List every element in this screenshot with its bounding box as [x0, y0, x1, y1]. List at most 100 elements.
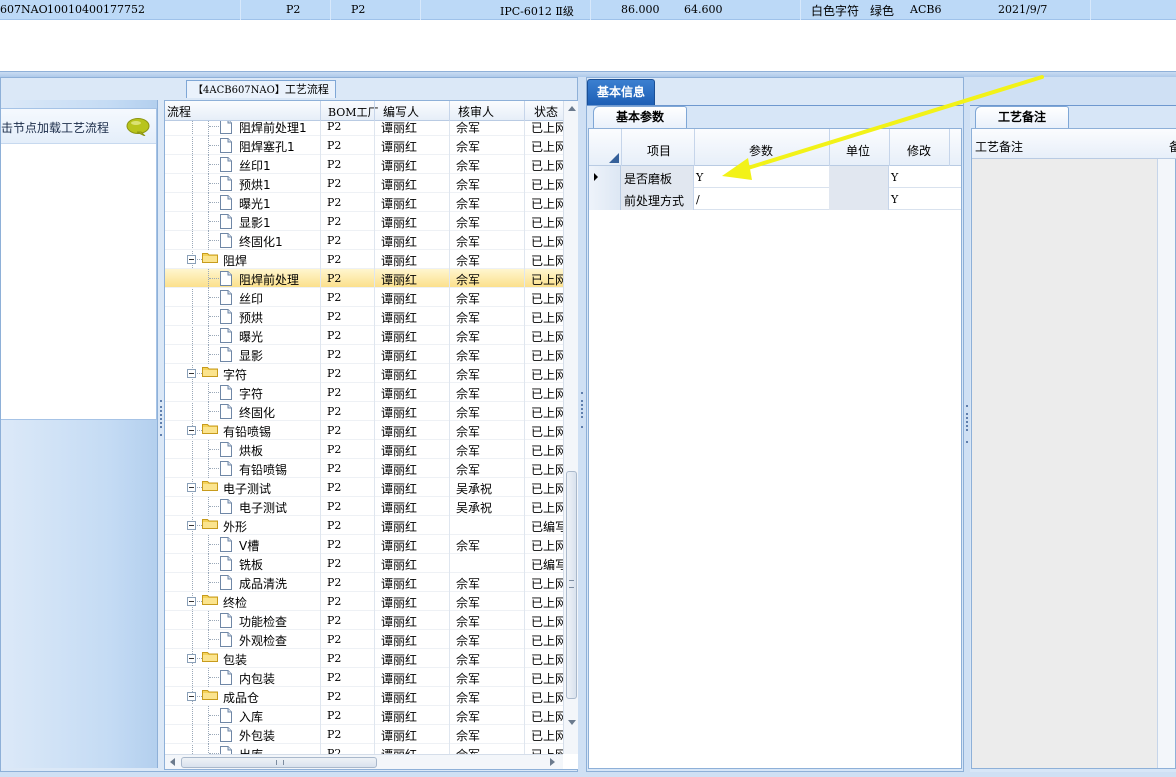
cell-bom: P2 — [327, 405, 342, 418]
scroll-down-arrow-icon[interactable] — [564, 715, 578, 730]
tab-basic-params[interactable]: 基本参数 — [593, 106, 687, 128]
param-modify[interactable]: Y — [891, 193, 898, 206]
tree-row[interactable]: 曝光1 P2 谭丽红 佘军 已上网 — [165, 193, 563, 212]
cell-status: 已上网 — [531, 216, 563, 230]
cell-checker: 佘军 — [456, 121, 481, 135]
scroll-left-arrow-icon[interactable] — [165, 755, 180, 769]
cell-bom: P2 — [327, 747, 342, 754]
tree-row[interactable]: 丝印1 P2 谭丽红 佘军 已上网 — [165, 155, 563, 174]
horizontal-scroll-thumb[interactable] — [181, 757, 377, 768]
collapse-toggle-icon[interactable] — [187, 597, 196, 606]
header-status[interactable]: 状态 — [534, 103, 558, 120]
tree-row[interactable]: 阻焊前处理1 P2 谭丽红 佘军 已上网 — [165, 121, 563, 136]
cell-bom: P2 — [327, 519, 342, 532]
tree-node-label: 有铅喷锡 — [223, 425, 272, 439]
header-remark[interactable]: 工艺备注 — [975, 138, 1023, 155]
collapse-toggle-icon[interactable] — [187, 255, 196, 264]
vertical-splitter[interactable] — [578, 77, 586, 772]
tree-vertical-scrollbar[interactable] — [563, 101, 578, 754]
header-bom[interactable]: BOM工厂 — [328, 104, 379, 120]
cell-writer: 谭丽红 — [381, 254, 418, 268]
tree-row[interactable]: 终固化 P2 谭丽红 佘军 已上网 — [165, 402, 563, 421]
tree-row[interactable]: 丝印 P2 谭丽红 佘军 已上网 — [165, 288, 563, 307]
cell-checker: 佘军 — [456, 691, 481, 705]
param-modify[interactable]: Y — [891, 171, 898, 184]
header-modify[interactable]: 修改 — [907, 142, 931, 159]
tree-row[interactable]: 有铅喷锡 P2 谭丽红 佘军 已上网 — [165, 459, 563, 478]
row-indicator[interactable] — [589, 166, 621, 188]
header-param[interactable]: 参数 — [749, 142, 773, 159]
tree-row[interactable]: 外包装 P2 谭丽红 佘军 已上网 — [165, 725, 563, 744]
cell-writer: 谭丽红 — [381, 615, 418, 629]
header-remark-partial[interactable]: 备 — [1169, 138, 1176, 155]
speech-bubble-icon — [126, 118, 150, 136]
tree-folder-row[interactable]: 成品仓 P2 谭丽红 佘军 已上网 — [165, 687, 563, 706]
collapse-toggle-icon[interactable] — [187, 654, 196, 663]
tree-folder-row[interactable]: 电子测试 P2 谭丽红 吴承祝 已上网 — [165, 478, 563, 497]
tree-row[interactable]: 外观检查 P2 谭丽红 佘军 已上网 — [165, 630, 563, 649]
header-writer[interactable]: 编写人 — [383, 103, 419, 120]
tab-basic-info[interactable]: 基本信息 — [587, 79, 655, 105]
tree-row[interactable]: 曝光 P2 谭丽红 佘军 已上网 — [165, 326, 563, 345]
tree-row[interactable]: 铣板 P2 谭丽红 已编写 — [165, 554, 563, 573]
cell-status: 已上网 — [531, 501, 563, 515]
tree-folder-row[interactable]: 阻焊 P2 谭丽红 佘军 已上网 — [165, 250, 563, 269]
tree-folder-row[interactable]: 外形 P2 谭丽红 已编写 — [165, 516, 563, 535]
selected-order-row[interactable]: 607NAO 10010400177752 P2 P2 IPC-6012 Ⅱ级 … — [0, 0, 1176, 20]
tree-row[interactable]: 预烘1 P2 谭丽红 佘军 已上网 — [165, 174, 563, 193]
tree-folder-row[interactable]: 有铅喷锡 P2 谭丽红 佘军 已上网 — [165, 421, 563, 440]
tree-row[interactable]: 成品清洗 P2 谭丽红 佘军 已上网 — [165, 573, 563, 592]
collapse-toggle-icon[interactable] — [187, 369, 196, 378]
collapse-toggle-icon[interactable] — [187, 483, 196, 492]
cell-checker: 佘军 — [456, 178, 481, 192]
row-indicator[interactable] — [589, 188, 621, 210]
param-row[interactable]: 前处理方式 / Y — [589, 188, 961, 210]
header-unit[interactable]: 单位 — [846, 142, 870, 159]
remark-vertical-scrollbar[interactable] — [1158, 159, 1175, 768]
tree-row[interactable]: 入库 P2 谭丽红 佘军 已上网 — [165, 706, 563, 725]
cell-checker: 佘军 — [456, 615, 481, 629]
collapse-toggle-icon[interactable] — [187, 521, 196, 530]
tree-row[interactable]: 终固化1 P2 谭丽红 佘军 已上网 — [165, 231, 563, 250]
acb-code: ACB6 — [910, 3, 942, 16]
document-icon — [220, 214, 232, 229]
tree-folder-row[interactable]: 字符 P2 谭丽红 佘军 已上网 — [165, 364, 563, 383]
tree-row[interactable]: 电子测试 P2 谭丽红 吴承祝 已上网 — [165, 497, 563, 516]
tree-row[interactable]: 预烘 P2 谭丽红 佘军 已上网 — [165, 307, 563, 326]
tree-row[interactable]: 显影 P2 谭丽红 佘军 已上网 — [165, 345, 563, 364]
remark-grid-body[interactable] — [972, 159, 1158, 768]
param-value[interactable]: / — [696, 193, 700, 206]
folder-icon — [202, 689, 218, 700]
header-item[interactable]: 项目 — [647, 142, 671, 159]
scroll-right-arrow-icon[interactable] — [545, 755, 560, 769]
tree-row[interactable]: V槽 P2 谭丽红 佘军 已上网 — [165, 535, 563, 554]
tree-row[interactable]: 内包装 P2 谭丽红 佘军 已上网 — [165, 668, 563, 687]
tree-row[interactable]: 功能检查 P2 谭丽红 佘军 已上网 — [165, 611, 563, 630]
tree-folder-row[interactable]: 终检 P2 谭丽红 佘军 已上网 — [165, 592, 563, 611]
col-divider — [1090, 0, 1091, 20]
tree-folder-row[interactable]: 包装 P2 谭丽红 佘军 已上网 — [165, 649, 563, 668]
param-value[interactable]: Y — [696, 171, 703, 184]
cell-status: 已上网 — [531, 634, 563, 648]
tree-row[interactable]: 烘板 P2 谭丽红 佘军 已上网 — [165, 440, 563, 459]
tree-row[interactable]: 阻焊塞孔1 P2 谭丽红 佘军 已上网 — [165, 136, 563, 155]
header-checker[interactable]: 核审人 — [458, 103, 494, 120]
param-row[interactable]: 是否磨板 Y Y — [589, 166, 961, 188]
header-flow[interactable]: 流程 — [167, 103, 191, 120]
tree-row[interactable]: 字符 P2 谭丽红 佘军 已上网 — [165, 383, 563, 402]
tab-process-remark[interactable]: 工艺备注 — [975, 106, 1069, 128]
vertical-scroll-thumb[interactable] — [566, 471, 577, 699]
tree-horizontal-scrollbar[interactable] — [165, 754, 563, 769]
tree-row[interactable]: 显影1 P2 谭丽红 佘军 已上网 — [165, 212, 563, 231]
cell-writer: 谭丽红 — [381, 520, 418, 534]
tree-row[interactable]: 阻焊前处理 P2 谭丽红 佘军 已上网 — [165, 269, 563, 288]
tree-node-label: 字符 — [223, 368, 248, 382]
tree-row[interactable]: 出库 P2 谭丽红 佘军 已上网 — [165, 744, 563, 754]
cell-checker: 佘军 — [456, 539, 481, 553]
cell-bom: P2 — [327, 709, 342, 722]
cell-writer: 谭丽红 — [381, 349, 418, 363]
collapse-toggle-icon[interactable] — [187, 692, 196, 701]
collapse-toggle-icon[interactable] — [187, 426, 196, 435]
scroll-up-arrow-icon[interactable] — [564, 101, 578, 116]
splitter-grip[interactable] — [579, 392, 585, 432]
